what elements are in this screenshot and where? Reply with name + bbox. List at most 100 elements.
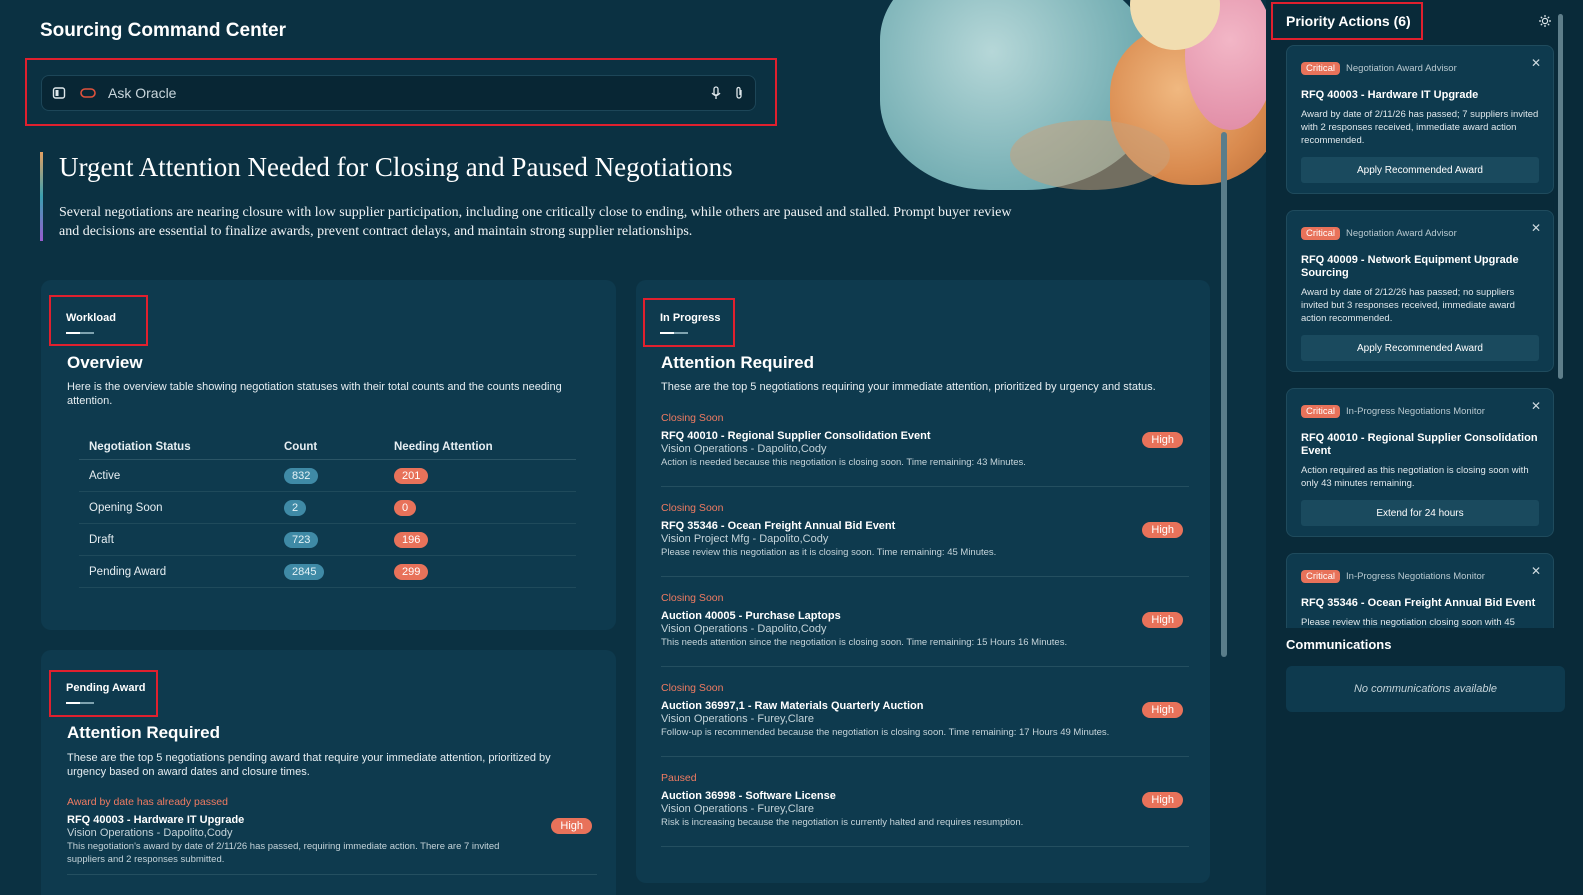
card-title[interactable]: RFQ 35346 - Ocean Freight Annual Bid Eve… [1301,597,1539,610]
pending-award-description: These are the top 5 negotiations pending… [67,752,551,778]
table-header-row: Negotiation Status Count Needing Attenti… [79,435,576,460]
list-item[interactable]: Closing Soon Auction 40005 - Purchase La… [661,592,1189,667]
card-source: Negotiation Award Advisor [1346,63,1457,74]
close-icon[interactable]: ✕ [1531,399,1541,413]
list-item[interactable]: Closing Soon RFQ 35346 - Ocean Freight A… [661,502,1189,577]
item-note: Please review this negotiation as it is … [661,547,997,558]
item-subtitle: Vision Project Mfg - Dapolito,Cody [661,533,829,545]
count-pill[interactable]: 832 [284,467,319,484]
attachment-icon[interactable] [733,86,745,100]
microphone-icon[interactable] [709,86,723,100]
item-title[interactable]: Auction 36998 - Software License [661,790,1189,802]
card-title[interactable]: RFQ 40003 - Hardware IT Upgrade [1301,89,1539,102]
item-note: Follow-up is recommended because the neg… [661,727,1110,738]
column-header: Needing Attention [384,435,576,460]
sidebar-toggle-icon[interactable] [52,86,66,100]
priority-badge: High [1142,702,1183,718]
oracle-logo-icon [80,88,96,98]
status-cell: Opening Soon [79,491,274,524]
workload-heading: Overview [67,353,143,372]
communications-empty: No communications available [1286,666,1565,712]
item-category: Closing Soon [661,412,724,424]
summary-headline: Urgent Attention Needed for Closing and … [40,152,1020,241]
attention-pill[interactable]: 0 [394,499,417,516]
close-icon[interactable]: ✕ [1531,564,1541,578]
severity-badge: Critical [1301,570,1341,583]
priority-action-card: Critical Negotiation Award Advisor ✕ RFQ … [1286,210,1554,372]
highlight-box-workload [49,295,148,346]
list-item[interactable]: Award by date has already passed RFQ 400… [67,796,597,875]
highlight-box-in-progress [643,298,735,347]
item-title[interactable]: Auction 40005 - Purchase Laptops [661,610,1189,622]
item-subtitle: Vision Operations - Dapolito,Cody [67,827,233,839]
item-note: This needs attention since the negotiati… [661,637,1068,648]
item-subtitle: Vision Operations - Dapolito,Cody [661,443,827,455]
column-header: Count [274,435,384,460]
card-source: In-Progress Negotiations Monitor [1346,571,1485,582]
list-item[interactable]: Closing Soon RFQ 40010 - Regional Suppli… [661,412,1189,487]
table-row[interactable]: Draft 723 196 [79,523,576,556]
item-note: Risk is increasing because the negotiati… [661,817,1024,828]
priority-badge: High [551,818,592,834]
priority-action-card: Critical In-Progress Negotiations Monitor… [1286,553,1554,628]
card-title[interactable]: RFQ 40009 - Network Equipment Upgrade So… [1301,254,1539,280]
item-category: Closing Soon [661,592,724,604]
apply-recommended-award-button[interactable]: Apply Recommended Award [1301,335,1539,361]
attention-pill[interactable]: 201 [394,467,429,484]
item-title[interactable]: RFQ 35346 - Ocean Freight Annual Bid Eve… [661,520,1189,532]
count-pill[interactable]: 2 [284,499,307,516]
item-subtitle: Vision Operations - Dapolito,Cody [661,623,827,635]
settings-icon[interactable] [1538,14,1552,28]
priority-actions-scrollbar[interactable] [1558,14,1563,379]
priority-action-card: Critical Negotiation Award Advisor ✕ RFQ … [1286,45,1554,194]
count-pill[interactable]: 723 [284,531,319,548]
list-item[interactable]: Closing Soon Auction 36997,1 - Raw Mater… [661,682,1189,757]
item-category: Closing Soon [661,502,724,514]
ask-oracle-input[interactable]: Ask Oracle [108,85,709,101]
table-row[interactable]: Pending Award 2845 299 [79,555,576,588]
ask-oracle-bar[interactable]: Ask Oracle [41,75,756,111]
status-cell: Pending Award [79,555,274,588]
item-title[interactable]: RFQ 40003 - Hardware IT Upgrade [67,814,597,826]
attention-pill[interactable]: 196 [394,531,429,548]
card-description: Award by date of 2/11/26 has passed; 7 s… [1301,109,1539,146]
status-cell: Active [79,459,274,492]
in-progress-description: These are the top 5 negotiations requiri… [661,381,1156,393]
item-note: This negotiation's award by date of 2/11… [67,841,500,865]
item-category: Award by date has already passed [67,796,228,808]
page-title: Sourcing Command Center [40,20,286,41]
close-icon[interactable]: ✕ [1531,56,1541,70]
workload-table: Negotiation Status Count Needing Attenti… [79,435,576,588]
card-source: In-Progress Negotiations Monitor [1346,406,1485,417]
highlight-box-priority-actions [1271,2,1423,40]
item-title[interactable]: Auction 36997,1 - Raw Materials Quarterl… [661,700,1189,712]
communications-title: Communications [1286,637,1392,652]
main-scrollbar[interactable] [1221,132,1227,657]
close-icon[interactable]: ✕ [1531,221,1541,235]
item-category: Paused [661,772,697,784]
card-description: Action required as this negotiation is c… [1301,465,1529,489]
in-progress-card: In Progress Attention Required These are… [636,280,1210,883]
item-title[interactable]: RFQ 40010 - Regional Supplier Consolidat… [661,430,1189,442]
card-description: Please review this negotiation closing s… [1301,617,1515,628]
status-cell: Draft [79,523,274,556]
severity-badge: Critical [1301,405,1341,418]
list-item[interactable]: Paused Auction 36998 - Software License … [661,772,1189,847]
headline-title: Urgent Attention Needed for Closing and … [59,152,733,182]
main-content: Sourcing Command Center Ask Oracle Urgen… [0,0,1266,895]
card-source: Negotiation Award Advisor [1346,228,1457,239]
apply-recommended-award-button[interactable]: Apply Recommended Award [1301,157,1539,183]
item-subtitle: Vision Operations - Furey,Clare [661,803,815,815]
count-pill[interactable]: 2845 [284,563,325,580]
card-description: Award by date of 2/12/26 has passed; no … [1301,287,1515,324]
severity-badge: Critical [1301,227,1341,240]
card-title[interactable]: RFQ 40010 - Regional Supplier Consolidat… [1301,432,1539,458]
priority-badge: High [1142,522,1183,538]
headline-body: Several negotiations are nearing closure… [59,205,1012,239]
priority-badge: High [1142,792,1183,808]
extend-24-hours-button[interactable]: Extend for 24 hours [1301,500,1539,526]
attention-pill[interactable]: 299 [394,563,429,580]
table-row[interactable]: Active 832 201 [79,459,576,492]
item-subtitle: Vision Operations - Furey,Clare [661,713,815,725]
table-row[interactable]: Opening Soon 2 0 [79,491,576,524]
